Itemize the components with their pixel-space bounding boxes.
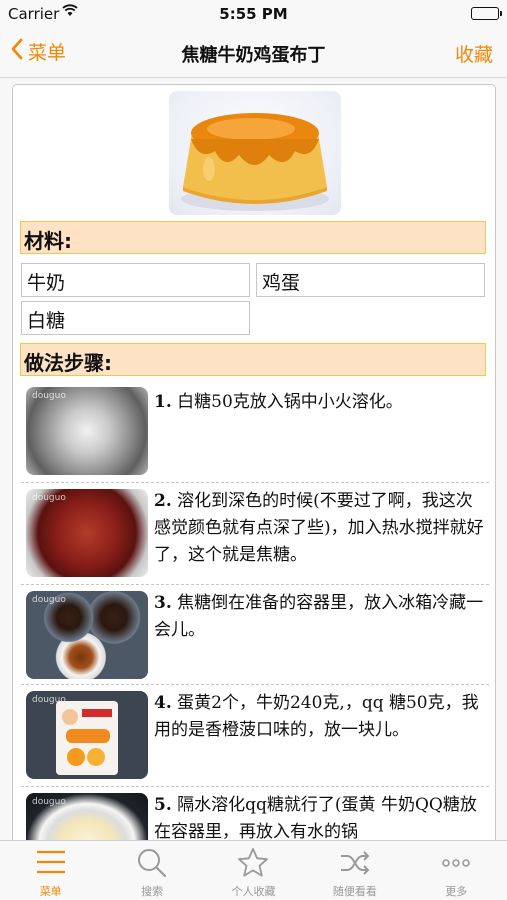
steps-header: 做法步骤:	[20, 343, 486, 376]
battery-icon	[471, 7, 502, 20]
step-photo: douguo	[26, 691, 148, 779]
ingredients-header: 材料:	[20, 221, 486, 254]
step-number: 5.	[154, 795, 172, 815]
step-number: 4.	[154, 693, 172, 713]
tab-label: 菜单	[39, 885, 62, 898]
step-number: 1.	[154, 392, 172, 412]
step-photo: douguo	[26, 387, 148, 475]
step-photo: douguo	[26, 591, 148, 679]
page-title: 焦糖牛奶鸡蛋布丁	[181, 45, 326, 66]
step-text: 2. 溶化到深色的时候(不要过了啊，我这次感觉颜色就有点深了些)，加入热水搅拌就…	[154, 488, 485, 569]
shuffle-icon	[304, 847, 405, 879]
step-item[interactable]: douguo 1. 白糖50克放入锅中小火溶化。	[21, 383, 489, 483]
tab-label: 个人收藏	[231, 885, 276, 898]
recipe-photo	[169, 91, 341, 215]
favorite-button[interactable]: 收藏	[455, 40, 493, 67]
step-number: 2.	[154, 491, 172, 511]
ingredient-item[interactable]: 牛奶	[21, 263, 250, 297]
tab-bar: 菜单 搜索 个人收藏 随便看看 更多	[0, 840, 507, 900]
step-item[interactable]: douguo 3. 焦糖倒在准备的容器里，放入冰箱冷藏一会儿。	[21, 585, 489, 685]
tab-more[interactable]: 更多	[406, 841, 507, 900]
step-item[interactable]: douguo 2. 溶化到深色的时候(不要过了啊，我这次感觉颜色就有点深了些)，…	[21, 483, 489, 585]
ingredient-item[interactable]: 鸡蛋	[256, 263, 485, 297]
step-text: 3. 焦糖倒在准备的容器里，放入冰箱冷藏一会儿。	[154, 590, 485, 644]
tab-menu[interactable]: 菜单	[0, 841, 101, 900]
step-photo: douguo	[26, 489, 148, 577]
tab-random[interactable]: 随便看看	[304, 841, 405, 900]
tab-search[interactable]: 搜索	[101, 841, 202, 900]
step-item[interactable]: douguo 4. 蛋黄2个，牛奶240克,，qq 糖50克，我用的是香橙菠口味…	[21, 685, 489, 787]
watermark-label: douguo	[32, 391, 66, 401]
recipe-card: 材料: 牛奶 鸡蛋 白糖 做法步骤: douguo 1. 白糖50克放入锅中小火…	[12, 84, 496, 864]
step-description: 蛋黄2个，牛奶240克,，qq 糖50克，我用的是香橙菠口味的，放一块儿。	[154, 693, 479, 740]
watermark-label: douguo	[32, 797, 66, 807]
nav-bar: 菜单 焦糖牛奶鸡蛋布丁 收藏	[0, 28, 507, 78]
status-bar: Carrier 5:55 PM	[0, 0, 507, 28]
tab-favorites[interactable]: 个人收藏	[203, 841, 304, 900]
step-description: 隔水溶化qq糖就行了(蛋黄 牛奶QQ糖放在容器里，再放入有水的锅	[154, 795, 477, 842]
more-icon	[406, 847, 507, 879]
menu-icon	[0, 847, 101, 879]
step-text: 4. 蛋黄2个，牛奶240克,，qq 糖50克，我用的是香橙菠口味的，放一块儿。	[154, 690, 485, 744]
watermark-label: douguo	[32, 493, 66, 503]
ingredient-item[interactable]: 白糖	[21, 301, 250, 335]
clock: 5:55 PM	[219, 5, 288, 23]
watermark-label: douguo	[32, 595, 66, 605]
step-description: 焦糖倒在准备的容器里，放入冰箱冷藏一会儿。	[154, 593, 484, 640]
step-text: 1. 白糖50克放入锅中小火溶化。	[154, 389, 485, 416]
step-description: 白糖50克放入锅中小火溶化。	[177, 392, 403, 412]
step-number: 3.	[154, 593, 172, 613]
tab-label: 随便看看	[332, 885, 377, 898]
tab-label: 更多	[445, 885, 468, 898]
search-icon	[101, 847, 202, 879]
tab-label: 搜索	[141, 885, 164, 898]
star-icon	[203, 847, 304, 879]
step-text: 5. 隔水溶化qq糖就行了(蛋黄 牛奶QQ糖放在容器里，再放入有水的锅	[154, 792, 485, 846]
step-description: 溶化到深色的时候(不要过了啊，我这次感觉颜色就有点深了些)，加入热水搅拌就好了，…	[154, 491, 484, 565]
